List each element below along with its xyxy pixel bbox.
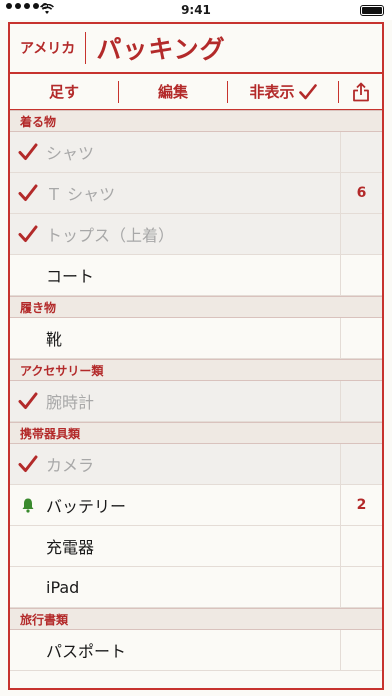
item-name: カメラ [46, 456, 95, 475]
section-header: アクセサリー類 [10, 359, 382, 381]
list-item[interactable]: パスポート [10, 629, 382, 671]
item-quantity[interactable] [340, 566, 382, 608]
trip-name[interactable]: アメリカ [10, 32, 87, 64]
item-name: パスポート [46, 642, 127, 661]
share-button[interactable] [339, 74, 382, 110]
item-name: シャツ [46, 144, 95, 163]
checkmark-icon[interactable] [10, 184, 46, 202]
toolbar: 足す 編集 非表示 [10, 74, 382, 110]
add-button[interactable]: 足す [10, 74, 118, 110]
list-item[interactable]: コート [10, 254, 382, 296]
section-header: 旅行書類 [10, 608, 382, 630]
item-name: Ｔ シャツ [46, 185, 116, 204]
section-header: 履き物 [10, 296, 382, 318]
item-name: バッテリー [46, 497, 127, 516]
list-item[interactable]: Ｔ シャツ 6 [10, 172, 382, 214]
item-quantity[interactable] [340, 443, 382, 485]
checkmark-icon[interactable] [10, 455, 46, 473]
list-item[interactable]: 靴 [10, 317, 382, 359]
list-item[interactable]: 充電器 [10, 525, 382, 567]
checkmark-icon[interactable] [10, 392, 46, 410]
page-title: パッキング [96, 35, 226, 64]
status-bar: 9:41 [0, 0, 392, 20]
item-quantity[interactable] [340, 629, 382, 671]
item-name: 充電器 [46, 538, 95, 557]
item-quantity[interactable] [340, 254, 382, 296]
item-quantity[interactable] [340, 525, 382, 567]
share-icon [352, 82, 369, 101]
app-frame: アメリカ パッキング 足す 編集 非表示 着る物シャツ Ｔ シャツ 6 トップス（上着… [8, 22, 384, 690]
list-item[interactable]: 腕時計 [10, 380, 382, 422]
clock: 9:41 [181, 3, 211, 17]
item-name: 腕時計 [46, 393, 95, 412]
list-item[interactable]: カメラ [10, 443, 382, 485]
item-quantity[interactable] [340, 213, 382, 255]
item-quantity[interactable] [340, 380, 382, 422]
item-name: iPad [46, 577, 80, 597]
hide-checked-button[interactable]: 非表示 [228, 74, 338, 110]
item-quantity[interactable]: 2 [340, 484, 382, 526]
edit-button[interactable]: 編集 [119, 74, 227, 110]
item-name: コート [46, 267, 95, 286]
item-quantity[interactable] [340, 131, 382, 173]
battery-icon [360, 5, 384, 16]
packing-list: 着る物シャツ Ｔ シャツ 6 トップス（上着） コート履き物靴アクセサリー類腕時計携帯器… [10, 110, 382, 671]
title-bar: アメリカ パッキング [10, 24, 382, 74]
list-item[interactable]: シャツ [10, 131, 382, 173]
checkmark-icon [298, 83, 317, 99]
checkmark-icon[interactable] [10, 143, 46, 161]
item-name: 靴 [46, 330, 63, 349]
item-name: トップス（上着） [46, 226, 175, 245]
list-item[interactable]: バッテリー 2 [10, 484, 382, 526]
hide-checked-label: 非表示 [249, 83, 295, 101]
item-quantity[interactable]: 6 [340, 172, 382, 214]
bell-icon [10, 497, 46, 513]
section-header: 着る物 [10, 110, 382, 132]
section-header: 携帯器具類 [10, 422, 382, 444]
item-quantity[interactable] [340, 317, 382, 359]
checkmark-icon[interactable] [10, 225, 46, 243]
list-item[interactable]: iPad [10, 566, 382, 608]
list-item[interactable]: トップス（上着） [10, 213, 382, 255]
